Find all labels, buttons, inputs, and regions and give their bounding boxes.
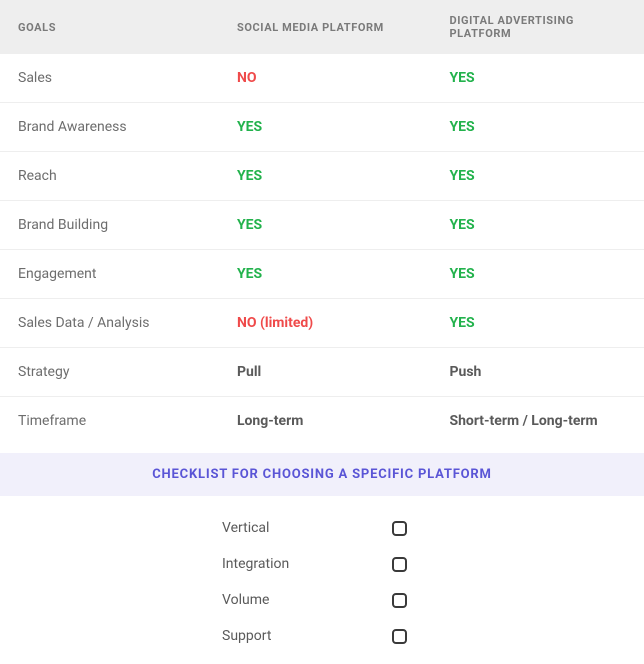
col-header-digital: DIGITAL ADVERTISING PLATFORM xyxy=(431,0,644,54)
goal-cell: Reach xyxy=(0,152,219,201)
social-cell: NO xyxy=(219,54,432,103)
goal-cell: Sales xyxy=(0,54,219,103)
social-cell: YES xyxy=(219,201,432,250)
table-row: Brand AwarenessYESYES xyxy=(0,103,644,152)
goal-cell: Strategy xyxy=(0,348,219,397)
goal-cell: Brand Building xyxy=(0,201,219,250)
goal-cell: Timeframe xyxy=(0,397,219,446)
digital-cell: YES xyxy=(431,54,644,103)
digital-cell: YES xyxy=(431,250,644,299)
checklist-item-label: Vertical xyxy=(222,520,392,536)
table-row: ReachYESYES xyxy=(0,152,644,201)
goal-cell: Engagement xyxy=(0,250,219,299)
social-cell: NO (limited) xyxy=(219,299,432,348)
col-header-social: SOCIAL MEDIA PLATFORM xyxy=(219,0,432,54)
table-row: StrategyPullPush xyxy=(0,348,644,397)
checklist-item: Integration xyxy=(0,546,644,582)
social-cell: Long-term xyxy=(219,397,432,446)
checklist-item: Vertical xyxy=(0,510,644,546)
table-row: Brand BuildingYESYES xyxy=(0,201,644,250)
digital-cell: YES xyxy=(431,152,644,201)
goal-cell: Sales Data / Analysis xyxy=(0,299,219,348)
social-cell: YES xyxy=(219,103,432,152)
social-cell: YES xyxy=(219,250,432,299)
checklist-item-label: Volume xyxy=(222,592,392,608)
table-row: TimeframeLong-termShort-term / Long-term xyxy=(0,397,644,446)
social-cell: YES xyxy=(219,152,432,201)
checklist: Vertical Integration Volume Support xyxy=(0,496,644,664)
checklist-header: CHECKLIST FOR CHOOSING A SPECIFIC PLATFO… xyxy=(0,453,644,496)
col-header-goals: GOALS xyxy=(0,0,219,54)
checklist-item: Support xyxy=(0,618,644,654)
checkbox-icon[interactable] xyxy=(392,629,407,644)
digital-cell: Push xyxy=(431,348,644,397)
checkbox-icon[interactable] xyxy=(392,593,407,608)
checkbox-icon[interactable] xyxy=(392,557,407,572)
social-cell: Pull xyxy=(219,348,432,397)
table-row: EngagementYESYES xyxy=(0,250,644,299)
goal-cell: Brand Awareness xyxy=(0,103,219,152)
table-row: Sales Data / AnalysisNO (limited)YES xyxy=(0,299,644,348)
checklist-item-label: Integration xyxy=(222,556,392,572)
table-header-row: GOALS SOCIAL MEDIA PLATFORM DIGITAL ADVE… xyxy=(0,0,644,54)
checklist-item-label: Support xyxy=(222,628,392,644)
digital-cell: YES xyxy=(431,201,644,250)
comparison-table: GOALS SOCIAL MEDIA PLATFORM DIGITAL ADVE… xyxy=(0,0,644,445)
table-row: SalesNOYES xyxy=(0,54,644,103)
checklist-item: Volume xyxy=(0,582,644,618)
digital-cell: Short-term / Long-term xyxy=(431,397,644,446)
digital-cell: YES xyxy=(431,103,644,152)
digital-cell: YES xyxy=(431,299,644,348)
checkbox-icon[interactable] xyxy=(392,521,407,536)
